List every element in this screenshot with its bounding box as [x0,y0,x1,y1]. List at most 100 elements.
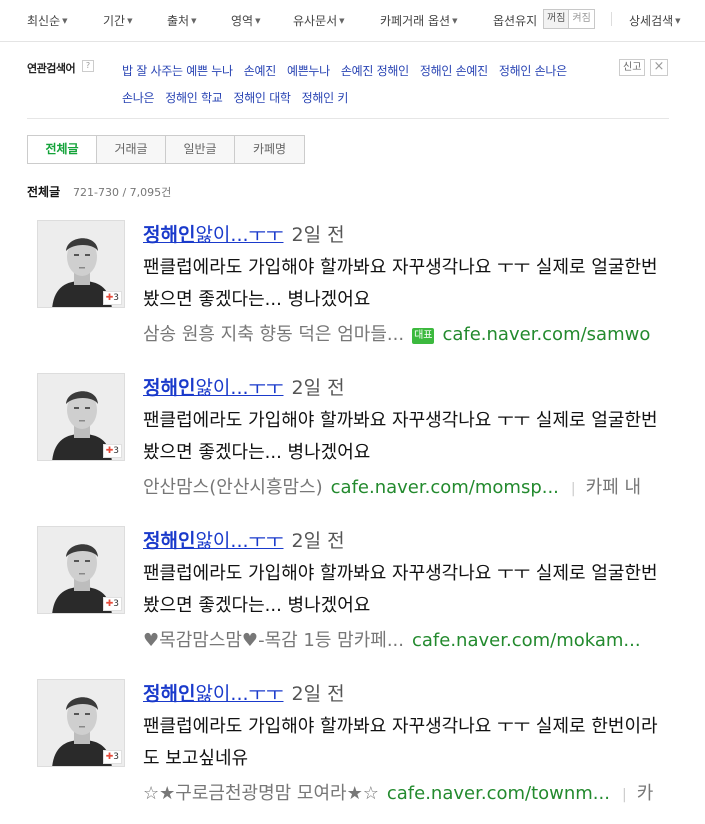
in-cafe-search-link[interactable]: 카 [637,783,654,804]
source-label: 출처 [167,14,190,28]
representative-badge: 대표 [412,328,435,344]
sort-label: 최신순 [27,14,61,28]
result-item: ✚3 정해인앓이...ㅜㅜ 2일 전 팬클럽에라도 가입해야 할까봐요 자꾸생각나… [0,220,705,370]
title-text: 앓이...ㅜㅜ [195,530,284,552]
result-meta: 안산맘스(안산시흥맘스) cafe.naver.com/momsp... | 카페 내 [143,473,669,499]
related-link[interactable]: 손예진 [244,64,277,78]
result-tabs: 전체글 거래글 일반글 카페명 [27,135,305,164]
period-dropdown[interactable]: 기간 ▼ [103,12,132,29]
divider [611,12,612,26]
post-date: 2일 전 [291,683,345,705]
result-title-link[interactable]: 정해인앓이...ㅜㅜ [143,377,284,399]
detail-search-dropdown[interactable]: 상세검색 ▼ [629,12,681,29]
result-item: ✚3 정해인앓이...ㅜㅜ 2일 전 팬클럽에라도 가입해야 할까봐요 자꾸생각나… [0,526,705,676]
post-date: 2일 전 [291,377,345,399]
area-dropdown[interactable]: 영역 ▼ [231,12,260,29]
title-text: 앓이...ㅜㅜ [195,224,284,246]
related-search-links: 밥 잘 사주는 예쁜 누나 손예진 예쁜누나 손예진 정해인 정해인 손예진 정해인 손나… [122,58,612,112]
title-highlight: 정해인 [143,377,196,399]
caret-down-icon: ▼ [191,17,197,25]
close-icon[interactable]: × [650,59,668,76]
cafe-name-link[interactable]: 삼송 원흥 지축 향동 덕은 엄마들... [143,324,404,345]
caret-down-icon: ▼ [255,17,261,25]
result-meta: ♥목감맘스맘♥-목감 1등 맘카페... cafe.naver.com/mokam… [143,626,669,652]
cafe-name-link[interactable]: ☆★구로금천광명맘 모여라★☆ [143,783,379,804]
related-link[interactable]: 정해인 학교 [165,91,223,105]
toggle-on-option[interactable]: 켜짐 [569,10,594,28]
section-title: 전체글 [27,185,61,199]
separator: | [621,787,627,803]
keep-option-label: 옵션유지 [493,14,538,28]
like-count-badge: ✚3 [102,444,122,458]
thumbnail-image[interactable]: ✚3 [37,526,125,614]
result-title: 정해인앓이...ㅜㅜ 2일 전 [143,526,345,553]
cafe-url-link[interactable]: cafe.naver.com/samwo [442,324,650,345]
result-item: ✚3 정해인앓이...ㅜㅜ 2일 전 팬클럽에라도 가입해야 할까봐요 자꾸생각나… [0,679,705,824]
cafe-trade-label: 카페거래 옵션 [380,14,451,28]
keep-option-toggle[interactable]: 꺼짐 켜짐 [543,9,595,29]
related-search-label: 연관검색어 [27,62,76,75]
related-link[interactable]: 정해인 대학 [233,91,291,105]
report-button[interactable]: 신고 [619,59,646,76]
like-count: 3 [113,752,119,762]
title-highlight: 정해인 [143,530,196,552]
title-text: 앓이...ㅜㅜ [195,377,284,399]
cafe-name-link[interactable]: ♥목감맘스맘♥-목감 1등 맘카페... [143,630,404,651]
result-title: 정해인앓이...ㅜㅜ 2일 전 [143,679,345,706]
caret-down-icon: ▼ [452,17,458,25]
result-title-link[interactable]: 정해인앓이...ㅜㅜ [143,224,284,246]
related-link[interactable]: 정해인 손예진 [420,64,488,78]
cafe-url-link[interactable]: cafe.naver.com/momsp... [331,477,559,498]
related-link[interactable]: 정해인 키 [302,91,349,105]
detail-search-label: 상세검색 [629,14,674,28]
source-dropdown[interactable]: 출처 ▼ [167,12,196,29]
result-title: 정해인앓이...ㅜㅜ 2일 전 [143,373,345,400]
result-meta: ☆★구로금천광명맘 모여라★☆ cafe.naver.com/townm... | 카 [143,779,669,805]
result-snippet: 팬클럽에라도 가입해야 할까봐요 자꾸생각나요 ㅜㅜ 실제로 얼굴한번 봤으면 … [143,257,658,310]
cafe-url-link[interactable]: cafe.naver.com/townm... [387,783,610,804]
post-date: 2일 전 [291,530,345,552]
period-label: 기간 [103,14,126,28]
tab-cafe-name[interactable]: 카페명 [235,136,304,163]
similar-label: 유사문서 [293,14,338,28]
similar-dropdown[interactable]: 유사문서 ▼ [293,12,345,29]
caret-down-icon: ▼ [127,17,133,25]
tab-trade[interactable]: 거래글 [97,136,166,163]
result-title-link[interactable]: 정해인앓이...ㅜㅜ [143,530,284,552]
like-count-badge: ✚3 [102,750,122,764]
result-count: 721-730 / 7,095건 [73,186,172,199]
related-link[interactable]: 손나은 [122,91,155,105]
thumbnail-image[interactable]: ✚3 [37,373,125,461]
related-link[interactable]: 손예진 정해인 [341,64,409,78]
caret-down-icon: ▼ [675,17,681,25]
result-title-link[interactable]: 정해인앓이...ㅜㅜ [143,683,284,705]
like-count: 3 [113,599,119,609]
like-count: 3 [113,293,119,303]
title-text: 앓이...ㅜㅜ [195,683,284,705]
filter-bar: 최신순 ▼ 기간 ▼ 출처 ▼ 영역 ▼ 유사문서 ▼ 카페거래 옵션 ▼ 옵션유지 꺼짐 … [0,0,705,42]
area-label: 영역 [231,14,254,28]
related-link[interactable]: 정해인 손나은 [499,64,567,78]
divider [27,118,669,119]
title-highlight: 정해인 [143,683,196,705]
like-count-badge: ✚3 [102,597,122,611]
tab-general[interactable]: 일반글 [166,136,235,163]
related-link[interactable]: 예쁜누나 [287,64,330,78]
thumbnail-image[interactable]: ✚3 [37,220,125,308]
related-link[interactable]: 밥 잘 사주는 예쁜 누나 [122,64,233,78]
caret-down-icon: ▼ [339,17,345,25]
cafe-url-link[interactable]: cafe.naver.com/mokam... [412,630,641,651]
result-snippet: 팬클럽에라도 가입해야 할까봐요 자꾸생각나요 ㅜㅜ 실제로 얼굴한번 봤으면 … [143,410,658,463]
thumbnail-image[interactable]: ✚3 [37,679,125,767]
result-meta: 삼송 원흥 지축 향동 덕은 엄마들... 대표 cafe.naver.com/sa… [143,320,669,346]
cafe-name-link[interactable]: 안산맘스(안산시흥맘스) [143,477,323,498]
sort-dropdown[interactable]: 최신순 ▼ [27,12,68,29]
help-icon[interactable]: ? [82,60,94,72]
toggle-off-option[interactable]: 꺼짐 [544,10,570,28]
tab-all[interactable]: 전체글 [28,136,97,163]
cafe-trade-dropdown[interactable]: 카페거래 옵션 ▼ [380,12,457,29]
title-highlight: 정해인 [143,224,196,246]
separator: | [570,481,576,497]
in-cafe-search-link[interactable]: 카페 내 [586,477,641,498]
result-title: 정해인앓이...ㅜㅜ 2일 전 [143,220,345,247]
